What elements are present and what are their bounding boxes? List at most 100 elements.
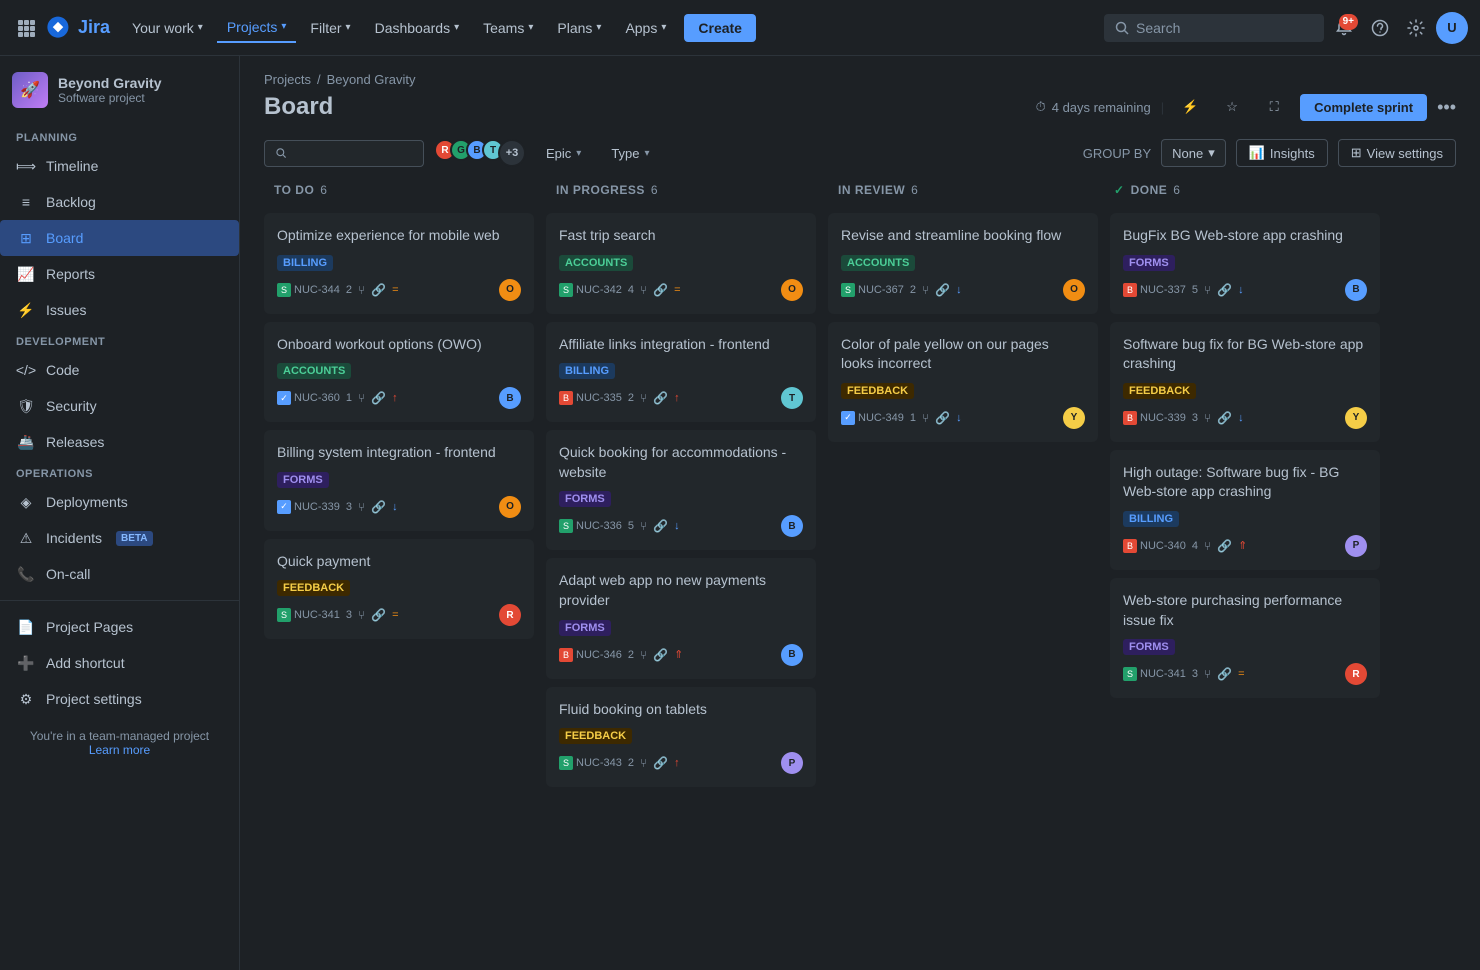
apps-menu[interactable]: Apps ▾: [615, 14, 676, 42]
sidebar-item-label: Code: [46, 362, 79, 378]
board-card[interactable]: Billing system integration - frontend FO…: [264, 430, 534, 531]
main-content: Projects / Beyond Gravity Board ⏱ 4 days…: [240, 56, 1480, 970]
sidebar-item-label: Project settings: [46, 691, 142, 707]
notifications-button[interactable]: 9+: [1328, 12, 1360, 44]
priority-low-icon: ↓: [956, 284, 962, 296]
story-icon: S: [559, 519, 573, 533]
card-badge: BILLING: [559, 363, 615, 379]
board-card[interactable]: Affiliate links integration - frontend B…: [546, 322, 816, 423]
sidebar-item-timeline[interactable]: ⟾ Timeline: [0, 148, 239, 184]
card-badge: FORMS: [1123, 639, 1175, 655]
sidebar-item-project-settings[interactable]: ⚙ Project settings: [0, 681, 239, 717]
sidebar-item-deployments[interactable]: ◈ Deployments: [0, 484, 239, 520]
card-badge: FORMS: [277, 472, 329, 488]
board-card[interactable]: Quick booking for accommodations - websi…: [546, 430, 816, 550]
type-filter[interactable]: Type ▾: [601, 141, 659, 166]
star-button[interactable]: ☆: [1216, 91, 1248, 123]
search-input[interactable]: Search: [1104, 14, 1324, 42]
card-num: 5: [628, 520, 634, 532]
fullscreen-button[interactable]: ⛶: [1258, 91, 1290, 123]
card-badge: FORMS: [1123, 255, 1175, 271]
sidebar-item-board[interactable]: ⊞ Board: [0, 220, 239, 256]
board-card[interactable]: High outage: Software bug fix - BG Web-s…: [1110, 450, 1380, 570]
sidebar-item-issues[interactable]: ⚡ Issues: [0, 292, 239, 328]
lightning-button[interactable]: ⚡: [1174, 91, 1206, 123]
sidebar-item-backlog[interactable]: ≡ Backlog: [0, 184, 239, 220]
board-search[interactable]: [264, 140, 424, 167]
group-by-select[interactable]: None ▾: [1161, 139, 1226, 167]
breadcrumb: Projects / Beyond Gravity: [264, 72, 1456, 87]
backlog-icon: ≡: [16, 192, 36, 212]
priority-low-icon: ↓: [674, 520, 680, 532]
sidebar-item-label: Timeline: [46, 158, 98, 174]
task-icon: ✓: [277, 500, 291, 514]
help-button[interactable]: [1364, 12, 1396, 44]
filter-menu[interactable]: Filter ▾: [300, 14, 360, 42]
card-id: S NUC-367: [841, 283, 904, 297]
issues-icon: ⚡: [16, 300, 36, 320]
learn-more-link[interactable]: Learn more: [89, 743, 150, 757]
epic-filter[interactable]: Epic ▾: [536, 141, 591, 166]
sidebar-item-releases[interactable]: 🚢 Releases: [0, 424, 239, 460]
your-work-menu[interactable]: Your work ▾: [122, 14, 213, 42]
card-assignee-avatar: B: [781, 644, 803, 666]
board-card[interactable]: Web-store purchasing performance issue f…: [1110, 578, 1380, 698]
story-icon: S: [559, 756, 573, 770]
card-title: Software bug fix for BG Web-store app cr…: [1123, 335, 1367, 374]
dashboards-menu[interactable]: Dashboards ▾: [365, 14, 470, 42]
projects-menu[interactable]: Projects ▾: [217, 13, 297, 43]
jira-logo[interactable]: Jira: [44, 14, 110, 42]
sidebar-item-add-shortcut[interactable]: ➕ Add shortcut: [0, 645, 239, 681]
link-icon: 🔗: [653, 756, 668, 770]
teams-menu[interactable]: Teams ▾: [473, 14, 543, 42]
insights-button[interactable]: 📊 Insights: [1236, 139, 1328, 167]
chevron-down-icon: ▾: [645, 148, 650, 159]
priority-low-icon: ↓: [956, 412, 962, 424]
board-card[interactable]: BugFix BG Web-store app crashing FORMS B…: [1110, 213, 1380, 314]
project-header[interactable]: 🚀 Beyond Gravity Software project: [0, 56, 239, 124]
sidebar-item-oncall[interactable]: 📞 On-call: [0, 556, 239, 592]
card-assignee-avatar: O: [499, 279, 521, 301]
board-card[interactable]: Adapt web app no new payments provider F…: [546, 558, 816, 678]
grid-icon[interactable]: [12, 14, 40, 42]
branch-icon: ⑂: [640, 648, 647, 662]
sidebar-item-code[interactable]: </> Code: [0, 352, 239, 388]
branch-icon: ⑂: [640, 283, 647, 297]
sidebar-item-security[interactable]: 🛡 Security: [0, 388, 239, 424]
board-card[interactable]: Fluid booking on tablets FEEDBACK S NUC-…: [546, 687, 816, 788]
sidebar-item-project-pages[interactable]: 📄 Project Pages: [0, 609, 239, 645]
sidebar-item-reports[interactable]: 📈 Reports: [0, 256, 239, 292]
settings-button[interactable]: [1400, 12, 1432, 44]
card-assignee-avatar: T: [781, 387, 803, 409]
board-card[interactable]: Color of pale yellow on our pages looks …: [828, 322, 1098, 442]
breadcrumb-projects[interactable]: Projects: [264, 72, 311, 87]
sidebar-item-incidents[interactable]: ⚠ Incidents BETA: [0, 520, 239, 556]
plans-menu[interactable]: Plans ▾: [547, 14, 611, 42]
view-settings-button[interactable]: ⊞ View settings: [1338, 139, 1456, 167]
board-card[interactable]: Fast trip search ACCOUNTS S NUC-342 4 ⑂ …: [546, 213, 816, 314]
board-card[interactable]: Revise and streamline booking flow ACCOU…: [828, 213, 1098, 314]
done-check-icon: ✓: [1114, 183, 1125, 197]
more-options-button[interactable]: •••: [1437, 97, 1456, 118]
user-avatar[interactable]: U: [1436, 12, 1468, 44]
link-icon: 🔗: [371, 500, 386, 514]
breadcrumb-project[interactable]: Beyond Gravity: [327, 72, 416, 87]
card-assignee-avatar: B: [781, 515, 803, 537]
priority-low-icon: ↓: [392, 501, 398, 513]
board-card[interactable]: Quick payment FEEDBACK S NUC-341 3 ⑂ 🔗 =…: [264, 539, 534, 640]
card-title: Adapt web app no new payments provider: [559, 571, 803, 610]
card-assignee-avatar: O: [781, 279, 803, 301]
bug-icon: B: [1123, 411, 1137, 425]
complete-sprint-button[interactable]: Complete sprint: [1300, 94, 1427, 121]
card-id: S NUC-344: [277, 283, 340, 297]
create-button[interactable]: Create: [684, 14, 756, 42]
more-members[interactable]: +3: [498, 139, 526, 167]
board-card[interactable]: Optimize experience for mobile web BILLI…: [264, 213, 534, 314]
board-search-input[interactable]: [293, 146, 413, 161]
branch-icon: ⑂: [640, 519, 647, 533]
task-icon: ✓: [841, 411, 855, 425]
board-card[interactable]: Onboard workout options (OWO) ACCOUNTS ✓…: [264, 322, 534, 423]
board-card[interactable]: Software bug fix for BG Web-store app cr…: [1110, 322, 1380, 442]
topnav-icons: 9+ U: [1328, 12, 1468, 44]
card-meta: B NUC-335 2 ⑂ 🔗 ↑ T: [559, 387, 803, 409]
